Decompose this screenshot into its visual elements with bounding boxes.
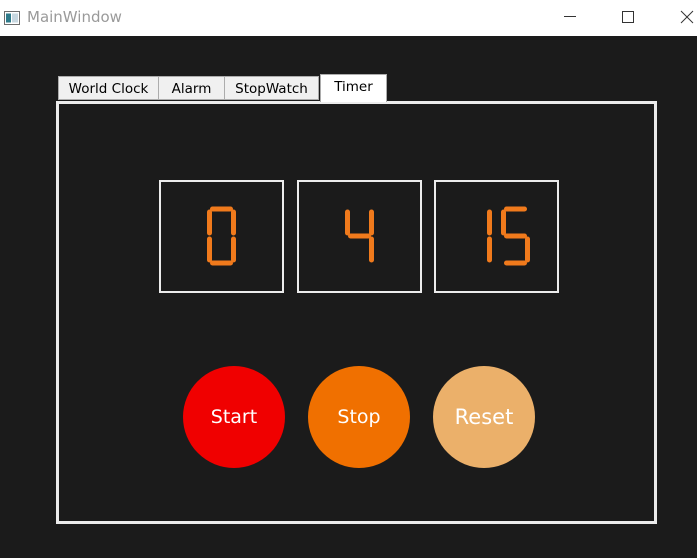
minimize-button[interactable] (547, 0, 593, 36)
close-icon (680, 10, 694, 24)
start-button[interactable]: Start (183, 366, 285, 468)
tab-world-clock[interactable]: World Clock (58, 76, 159, 100)
tab-timer[interactable]: Timer (320, 74, 387, 102)
minutes-display: 4 (297, 180, 422, 293)
timer-panel: 0 4 15 Start Stop Reset (56, 101, 657, 524)
stop-button[interactable]: Stop (308, 366, 410, 468)
close-button[interactable] (651, 0, 697, 36)
minimize-icon (564, 16, 576, 17)
reset-button[interactable]: Reset (433, 366, 535, 468)
title-bar: MainWindow (0, 0, 697, 36)
minutes-digits (345, 209, 374, 263)
hours-display: 0 (159, 180, 284, 293)
tab-alarm[interactable]: Alarm (158, 76, 225, 100)
app-icon (4, 10, 20, 25)
hours-digits (207, 206, 236, 266)
seconds-display: 15 (434, 180, 559, 293)
maximize-icon (622, 11, 634, 23)
maximize-button[interactable] (605, 0, 651, 36)
window-title: MainWindow (27, 8, 122, 26)
tab-stopwatch[interactable]: StopWatch (224, 76, 319, 100)
seconds-digits (487, 206, 530, 266)
